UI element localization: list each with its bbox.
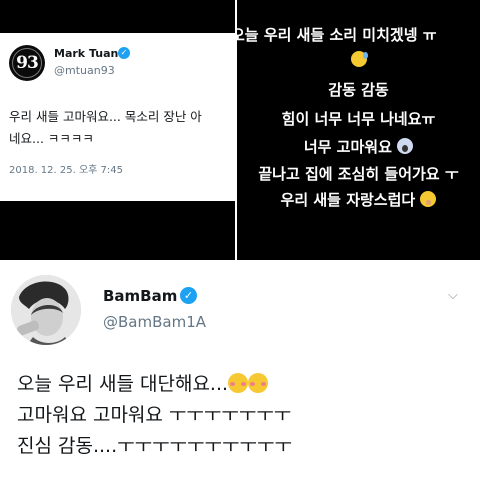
message-line: 우리 새들 자랑스럽다	[237, 189, 480, 210]
message-line-text: 너무 고마워요	[303, 138, 392, 156]
screaming-face-icon	[397, 138, 414, 154]
tweet-text-segment: 오늘 우리 새들 대단해요...	[17, 373, 229, 395]
verified-badge-icon: ✓	[118, 47, 130, 59]
verified-badge-icon: ✓	[180, 287, 197, 304]
shushing-face-icon	[420, 191, 437, 207]
tweet-timestamp[interactable]: 2018. 12. 25. 오후 7:45	[9, 161, 123, 176]
tweet-text: 우리 새들 고마워요... 목소리 장난 아 네요... ㅋㅋㅋㅋ	[9, 106, 235, 150]
tweet-author-name[interactable]: BamBam	[103, 287, 177, 305]
tweet-text-line: 진심 감동....ㅜㅜㅜㅜㅜㅜㅜㅜㅜㅜ	[17, 435, 292, 457]
tweet-text-line: 네요... ㅋㅋㅋㅋ	[9, 131, 94, 146]
tweet-author-name[interactable]: Mark Tuan	[54, 47, 118, 60]
tweet-author-handle[interactable]: @BamBam1A	[103, 313, 206, 331]
tweet-text: 오늘 우리 새들 대단해요... 고마워요 고마워요 ㅜㅜㅜㅜㅜㅜㅜ 진심 감동…	[17, 369, 292, 462]
mark-tuan-avatar[interactable]: 93	[9, 45, 45, 81]
flushed-face-icon	[228, 373, 249, 393]
message-panel: 오늘 우리 새들 소리 미치겠넹 ㅠ 감동 감동 힘이 너무 너무 나네요ㅠ 너…	[237, 0, 480, 260]
crying-face-icon	[350, 51, 368, 67]
message-line: 오늘 우리 새들 소리 미치겠넹 ㅠ	[237, 24, 474, 45]
message-line-text: 우리 새들 자랑스럽다	[280, 191, 416, 209]
message-line: 감동 감동	[328, 81, 389, 99]
message-line: 힘이 너무 너무 나네요ㅠ	[281, 110, 436, 128]
tweet-text-line: 고마워요 고마워요 ㅜㅜㅜㅜㅜㅜㅜ	[17, 404, 292, 426]
avatar-photo	[11, 275, 81, 345]
tweet-card: 93 Mark Tuan ✓ @mtuan93 우리 새들 고마워요... 목소…	[0, 33, 235, 201]
chevron-down-icon[interactable]: ⌵	[448, 288, 458, 303]
bambam-avatar[interactable]	[11, 275, 81, 345]
tweet-author-handle[interactable]: @mtuan93	[54, 64, 115, 77]
bambam-tweet-panel: BamBam ✓ @BamBam1A ⌵ 오늘 우리 새들 대단해요... 고마…	[0, 266, 480, 480]
avatar-ring	[12, 48, 42, 78]
tweet-text-line: 오늘 우리 새들 대단해요...	[17, 369, 292, 400]
tweet-text-line: 우리 새들 고마워요... 목소리 장난 아	[9, 109, 202, 124]
message-line: 너무 고마워요	[237, 136, 480, 157]
message-line: 끝나고 집에 조심히 들어가요 ㅜ	[258, 165, 459, 183]
flushed-face-icon	[248, 373, 269, 393]
mark-tuan-tweet-panel: 93 Mark Tuan ✓ @mtuan93 우리 새들 고마워요... 목소…	[0, 0, 235, 260]
message-line	[237, 51, 480, 69]
message-line-text: 오늘 우리 새들 소리 미치겠넹 ㅠ	[237, 26, 437, 44]
